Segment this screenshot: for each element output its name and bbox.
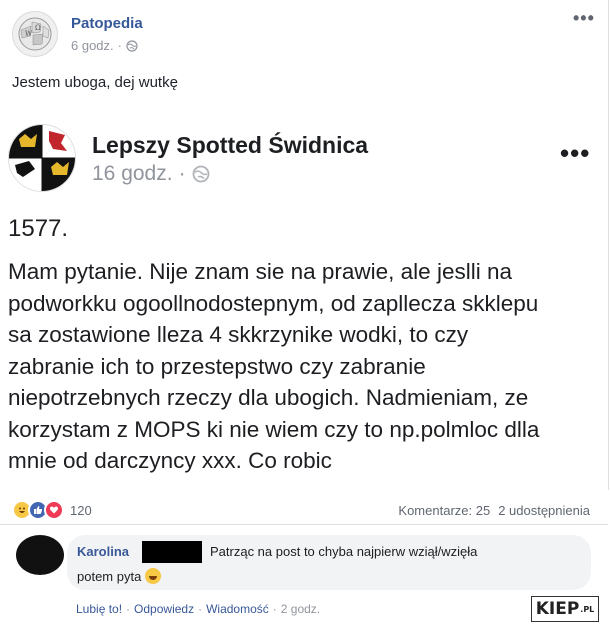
more-horizontal-icon[interactable]: ••• — [560, 138, 590, 169]
page-avatar[interactable]: W Ω — [12, 11, 58, 57]
shared-post-body: Mam pytanie. Nije znam sie na prawie, al… — [8, 256, 600, 477]
watermark-main: KIEP — [535, 599, 580, 619]
redaction-bar — [142, 541, 202, 563]
shared-post-time[interactable]: 16 godz. — [92, 162, 173, 186]
body-line: korzystam z MOPS ki nie wiem czy to np.p… — [8, 416, 540, 442]
meta-separator: · — [117, 38, 122, 53]
love-reaction-icon — [44, 500, 64, 520]
action-separator: · — [126, 602, 131, 616]
comments-count-link[interactable]: Komentarze: 25 — [398, 503, 490, 518]
globe-icon[interactable] — [192, 165, 210, 183]
comment-text: potem pyta — [77, 568, 142, 584]
action-separator: · — [272, 602, 277, 616]
body-line: podworkku ogoollnodostepnym, od zapllecz… — [8, 290, 539, 316]
page-name-link[interactable]: Patopedia — [71, 15, 143, 32]
post-time[interactable]: 6 godz. — [71, 38, 114, 53]
watermark-suffix: .PL — [580, 604, 595, 614]
engagement-stats: Komentarze: 25 2 udostępnienia — [398, 503, 590, 518]
action-separator: · — [198, 602, 203, 616]
post-number: 1577. — [8, 215, 69, 242]
comment-time[interactable]: 2 godz. — [281, 602, 320, 616]
svg-text:Ω: Ω — [35, 24, 41, 32]
coat-of-arms-icon — [9, 125, 75, 191]
shared-page-name-link[interactable]: Lepszy Spotted Świdnica — [92, 132, 368, 159]
comment-bubble: Karolina Patrząc na post to chyba najpie… — [67, 535, 591, 590]
comment-text-line2: potem pyta — [77, 568, 162, 584]
meta-separator: · — [178, 162, 186, 185]
commenter-name-link[interactable]: Karolina — [77, 544, 129, 559]
reply-link[interactable]: Odpowiedz — [134, 602, 194, 616]
comment-text: Patrząc na post to chyba najpierw wziął/… — [210, 544, 478, 559]
wikipedia-globe-icon: W Ω — [18, 17, 52, 51]
message-link[interactable]: Wiadomość — [206, 602, 269, 616]
reaction-count: 120 — [70, 502, 92, 518]
kiep-watermark-logo: KIEP .PL — [531, 596, 599, 622]
svg-text:W: W — [25, 30, 33, 38]
post-text: Jestem uboga, dej wutkę — [12, 74, 178, 91]
shared-post-meta: 16 godz. · — [92, 162, 210, 186]
comment: Karolina Patrząc na post to chyba najpie… — [0, 525, 608, 629]
comment-actions: Lubię to! · Odpowiedz · Wiadomość · 2 go… — [76, 602, 320, 616]
shared-page-avatar[interactable] — [8, 124, 76, 192]
body-line: Mam pytanie. Nije znam sie na prawie, al… — [8, 259, 512, 284]
body-line: sa zostawione lleza 4 skkrzynike wodki, … — [8, 322, 469, 347]
globe-icon[interactable] — [126, 39, 138, 52]
like-comment-link[interactable]: Lubię to! — [76, 602, 122, 616]
laughing-emoji-icon — [145, 568, 162, 584]
reactions-bar: 120 Komentarze: 25 2 udostępnienia — [0, 494, 608, 525]
body-line: mnie od darczyncy xxx. Co robic — [8, 448, 332, 473]
more-horizontal-icon[interactable]: ••• — [573, 8, 595, 29]
body-line: zabranie ich to przestepstwo czy zabrani… — [8, 353, 426, 379]
post-meta: 6 godz. · — [71, 38, 138, 53]
body-line: niepotrzebnych rzeczy dla ubogich. Nadmi… — [8, 385, 529, 410]
reactions-summary[interactable]: 120 — [12, 500, 92, 520]
commenter-avatar[interactable] — [16, 535, 64, 575]
shared-post: Lepszy Spotted Świdnica 16 godz. · ••• 1… — [0, 110, 609, 490]
shares-count-link[interactable]: 2 udostępnienia — [498, 503, 590, 518]
outer-post: W Ω Patopedia 6 godz. · ••• Jestem uboga… — [0, 0, 609, 110]
